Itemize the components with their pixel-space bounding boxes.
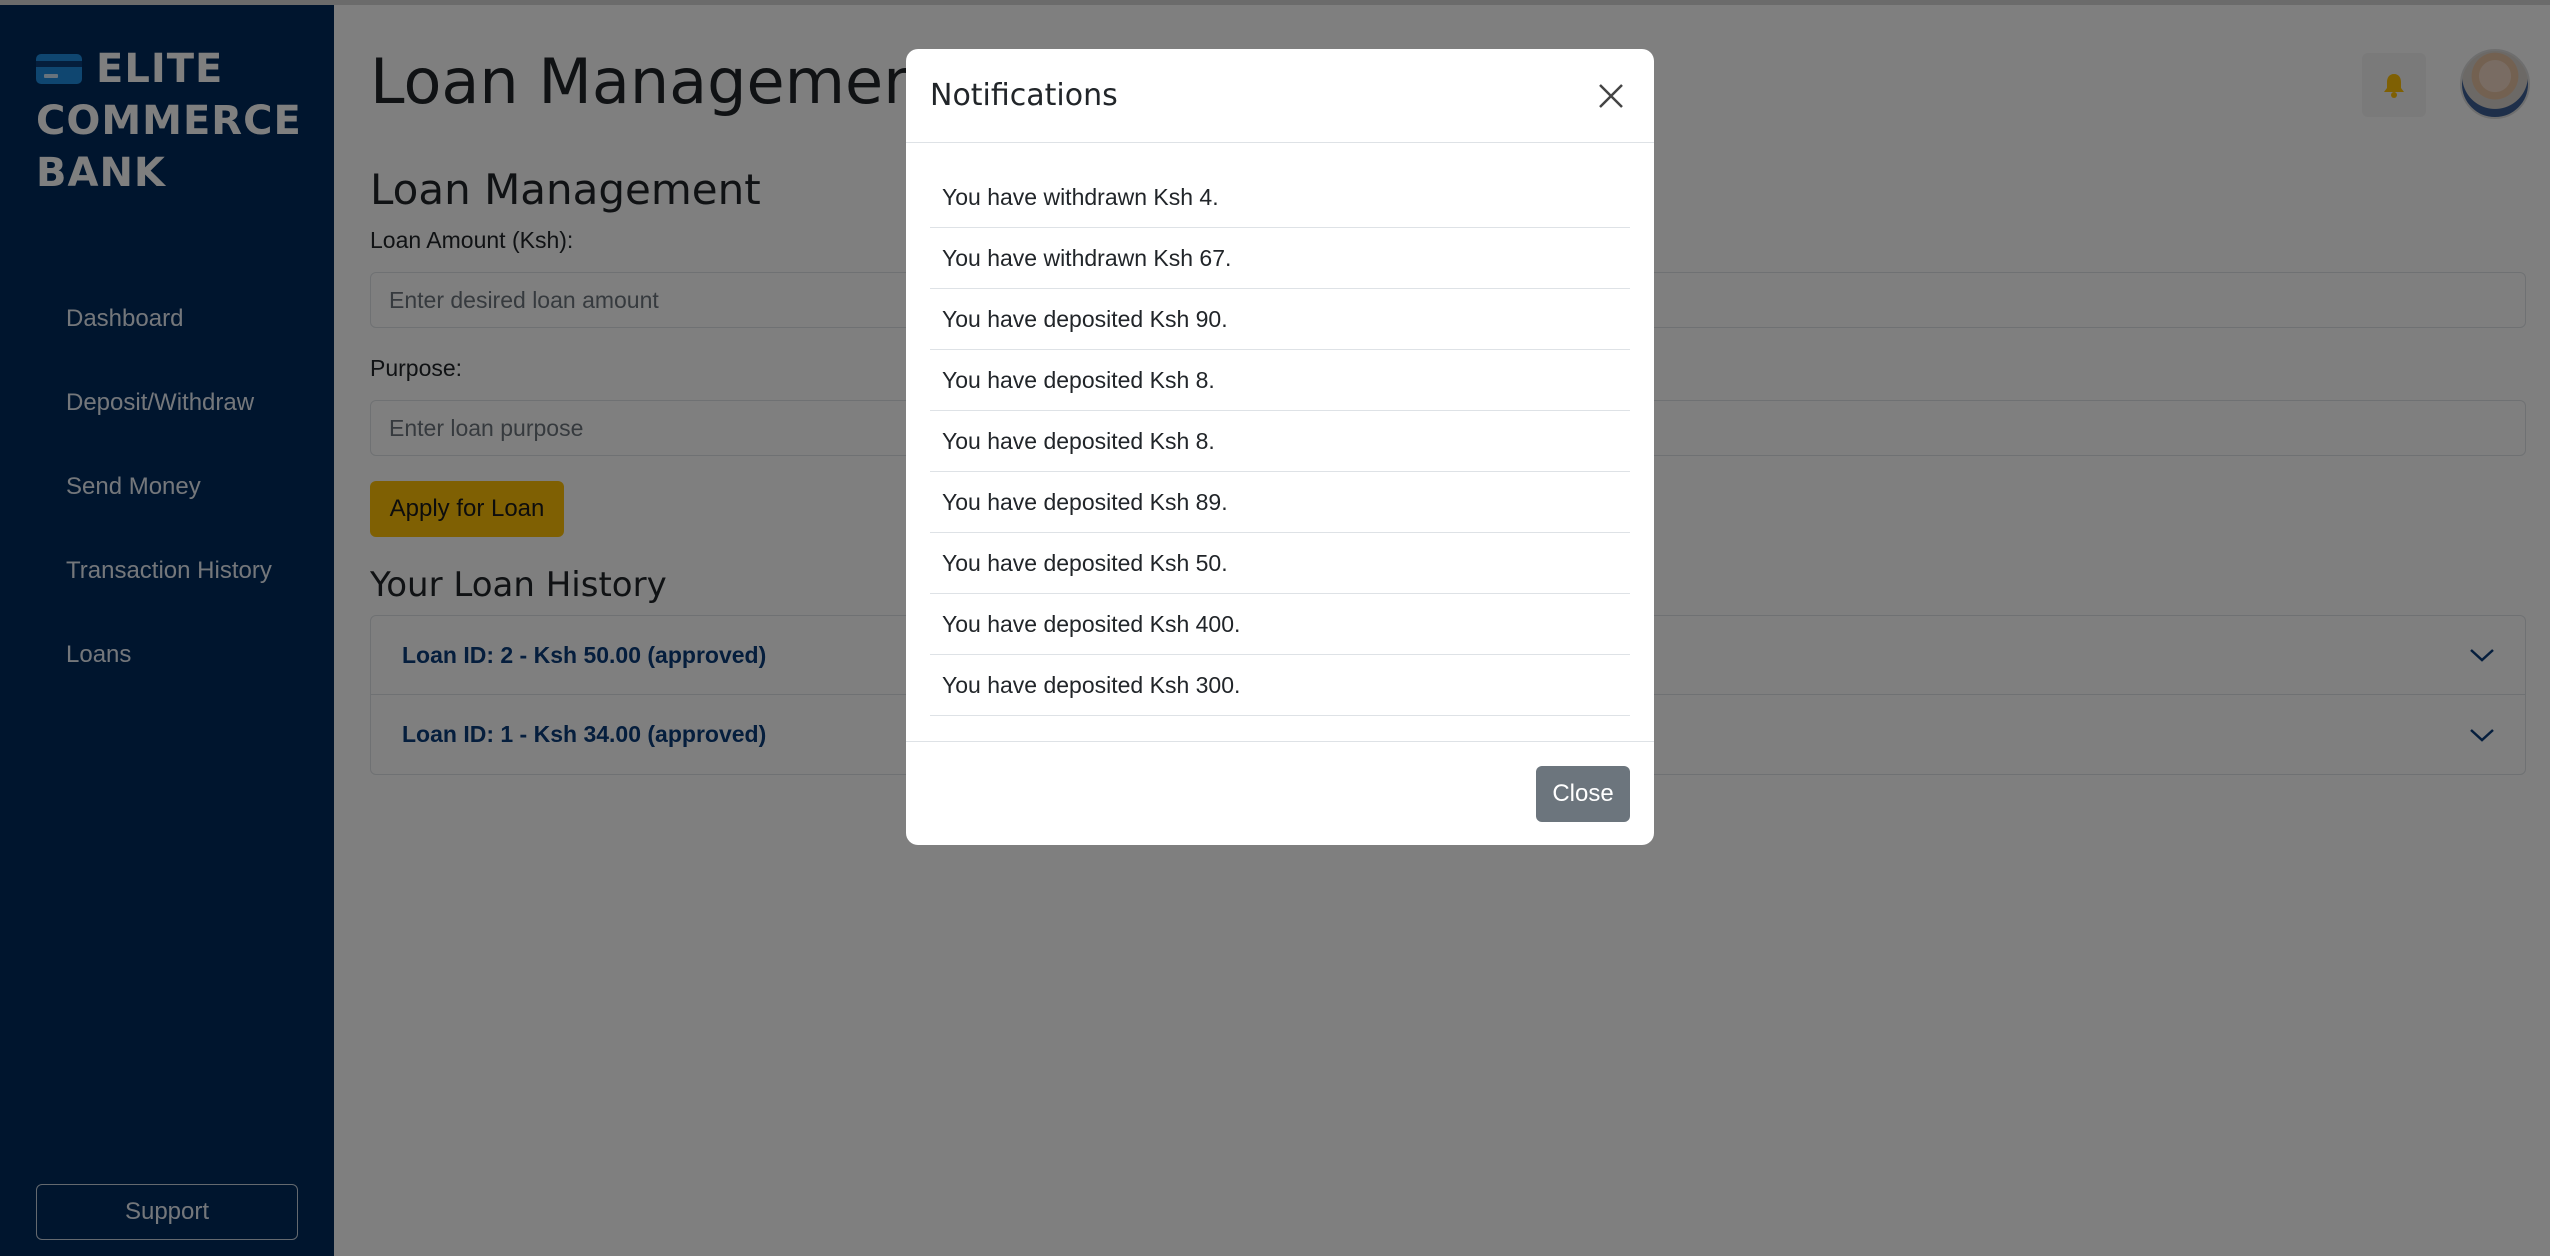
modal-header: Notifications [906, 49, 1654, 143]
modal-footer: Close [906, 741, 1654, 845]
notifications-modal: Notifications You have withdrawn Ksh 4. … [906, 49, 1654, 845]
notification-item: You have deposited Ksh 8. [930, 350, 1630, 411]
notification-item: You have deposited Ksh 8. [930, 411, 1630, 472]
notification-item: You have deposited Ksh 400. [930, 594, 1630, 655]
close-button[interactable]: Close [1536, 766, 1630, 822]
notification-item: You have deposited Ksh 89. [930, 472, 1630, 533]
notification-item: You have withdrawn Ksh 67. [930, 228, 1630, 289]
notification-item: You have deposited Ksh 300. [930, 655, 1630, 716]
notification-item: You have withdrawn Ksh 4. [930, 167, 1630, 228]
modal-title: Notifications [930, 78, 1118, 113]
notification-item: You have deposited Ksh 50. [930, 533, 1630, 594]
window-top-border [0, 0, 2550, 5]
close-icon[interactable] [1596, 81, 1626, 111]
notification-item: You have deposited Ksh 90. [930, 289, 1630, 350]
notification-list: You have withdrawn Ksh 4. You have withd… [930, 167, 1630, 716]
